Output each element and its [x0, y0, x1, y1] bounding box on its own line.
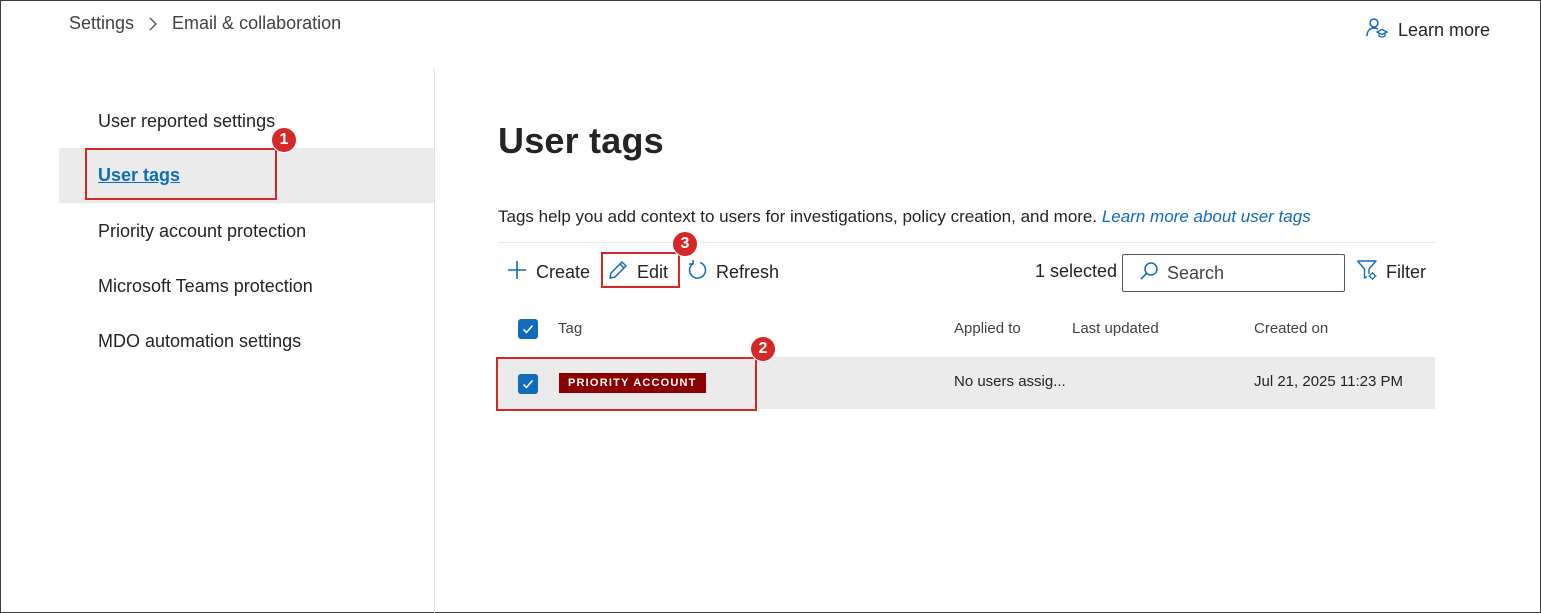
page-description: Tags help you add context to users for i… — [498, 207, 1311, 227]
cell-applied-to: No users assig... — [954, 373, 1066, 390]
filter-label: Filter — [1386, 262, 1426, 282]
callout-box-2 — [496, 357, 757, 411]
callout-badge-1: 1 — [271, 127, 297, 153]
nav-item-label: MDO automation settings — [98, 331, 302, 351]
column-header-created-on[interactable]: Created on — [1254, 320, 1328, 337]
learn-more-label: Learn more — [1398, 20, 1491, 40]
learn-more-link[interactable]: Learn more — [1366, 17, 1490, 44]
column-header-last-updated[interactable]: Last updated — [1072, 320, 1159, 337]
selected-count: 1 selected — [1035, 261, 1118, 281]
learn-icon — [1366, 17, 1389, 44]
refresh-label: Refresh — [716, 261, 780, 282]
search-icon — [1139, 261, 1159, 286]
callout-badge-3: 3 — [672, 231, 698, 257]
create-label: Create — [536, 261, 591, 282]
nav-item-priority-account-protection[interactable]: Priority account protection — [59, 204, 434, 259]
callout-box-1 — [85, 148, 277, 200]
checkmark-icon — [522, 324, 534, 334]
callout-box-3 — [601, 252, 680, 288]
add-icon — [506, 259, 528, 286]
create-button[interactable]: Create — [506, 258, 590, 286]
refresh-button[interactable]: Refresh — [686, 258, 779, 286]
filter-button[interactable]: Filter — [1356, 259, 1426, 286]
breadcrumb-current: Email & collaboration — [172, 13, 342, 33]
nav-item-label: Microsoft Teams protection — [98, 276, 313, 296]
breadcrumb: Settings Email & collaboration — [69, 13, 341, 34]
description-text: Tags help you add context to users for i… — [498, 207, 1098, 226]
chevron-right-icon — [148, 16, 158, 32]
nav-item-label: Priority account protection — [98, 221, 307, 241]
select-all-checkbox[interactable] — [518, 319, 538, 339]
nav-item-microsoft-teams-protection[interactable]: Microsoft Teams protection — [59, 259, 434, 314]
refresh-icon — [686, 259, 708, 286]
column-header-tag[interactable]: Tag — [558, 320, 582, 337]
toolbar-divider — [498, 242, 1435, 243]
nav-divider — [434, 68, 435, 613]
page-title: User tags — [498, 120, 664, 161]
nav-item-mdo-automation-settings[interactable]: MDO automation settings — [59, 314, 434, 369]
cell-created-on: Jul 21, 2025 11:23 PM — [1254, 373, 1403, 390]
search-box[interactable]: Search — [1122, 254, 1345, 292]
breadcrumb-settings[interactable]: Settings — [69, 13, 134, 34]
learn-more-user-tags-link[interactable]: Learn more about user tags — [1102, 207, 1311, 226]
nav-item-label: User reported settings — [98, 111, 276, 131]
callout-badge-2: 2 — [750, 336, 776, 362]
filter-icon — [1356, 259, 1378, 286]
column-header-applied-to[interactable]: Applied to — [954, 320, 1021, 337]
search-placeholder: Search — [1167, 262, 1225, 283]
nav-item-user-reported-settings[interactable]: User reported settings — [59, 94, 434, 149]
